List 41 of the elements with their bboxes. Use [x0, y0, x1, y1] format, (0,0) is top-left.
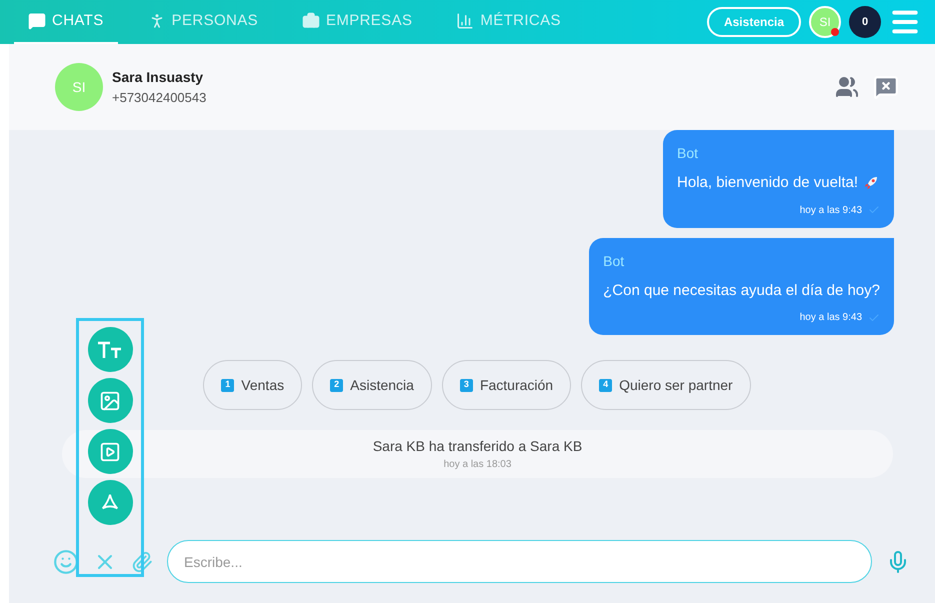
chat-icon	[28, 12, 46, 30]
attach-option-button[interactable]	[88, 378, 132, 423]
number-badge: 4	[599, 378, 612, 392]
quick-reply-button[interactable]: 2 Asistencia	[312, 360, 432, 410]
contact-name: Sara Insuasty	[112, 68, 204, 87]
message-input[interactable]: Escribe...	[167, 540, 872, 583]
attach-option-button[interactable]	[88, 327, 132, 372]
attach-icon[interactable]	[131, 550, 153, 572]
message-sender: Bot	[603, 252, 626, 270]
message-text: ¿Con que necesitas ayuda el día de hoy?	[603, 280, 880, 300]
system-message-text: Sara KB ha transferido a Sara KB	[372, 437, 582, 456]
contact-avatar: SI	[55, 63, 103, 111]
number-badge: 2	[330, 378, 344, 392]
nav-tab[interactable]: PERSONAS	[134, 0, 272, 44]
attach-option-button[interactable]	[88, 480, 132, 525]
system-message-time: hoy a las 18:03	[444, 458, 512, 472]
chart-icon	[456, 12, 474, 30]
image-icon	[99, 390, 121, 412]
assist-button[interactable]: Asistencia	[706, 7, 801, 37]
quick-reply-button[interactable]: 1 Ventas	[203, 360, 302, 410]
check-icon	[868, 204, 880, 216]
number-badge: 3	[460, 378, 473, 392]
message-time: hoy a las 9:43	[800, 204, 862, 218]
user-avatar[interactable]: SI	[809, 6, 841, 38]
text-size-icon	[97, 340, 123, 360]
contact-phone: +573042400543	[112, 88, 206, 107]
video-icon	[99, 440, 121, 462]
quick-reply-button[interactable]: 4 Quiero ser partner	[581, 360, 751, 410]
close-chat-icon[interactable]	[873, 74, 899, 100]
message-time: hoy a las 9:43	[800, 311, 862, 325]
counter-badge[interactable]: 0	[849, 6, 881, 38]
message-text: Hola, bienvenido de vuelta!	[677, 173, 858, 193]
number-badge: 1	[221, 378, 234, 392]
message-sender: Bot	[677, 144, 700, 163]
briefcase-icon	[302, 12, 320, 30]
nav-tab[interactable]: MÉTRICAS	[442, 0, 575, 44]
check-icon	[868, 312, 880, 324]
users-icon[interactable]	[835, 75, 859, 99]
quick-reply-button[interactable]: 3 Facturación	[442, 360, 572, 410]
nav-tab[interactable]: EMPRESAS	[288, 0, 426, 44]
emoji-icon[interactable]	[53, 548, 79, 574]
